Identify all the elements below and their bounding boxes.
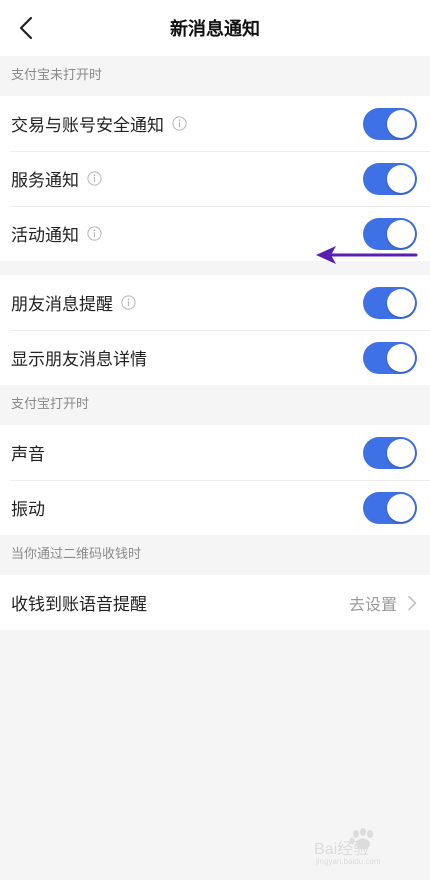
row-label: 朋友消息提醒 [11,295,113,315]
sound-toggle[interactable] [363,436,417,469]
service-notice-toggle[interactable] [363,162,417,195]
friend-detail-toggle[interactable] [363,341,417,374]
row-voice-alert[interactable]: 收钱到账语音提醒 去设置 [0,575,430,630]
group-closed: 交易与账号安全通知 服务通知 活动通知 [0,96,430,261]
baidu-paw-icon: Bai经验 jingyan.baidu.com [314,828,381,866]
svg-text:jingyan.baidu.com: jingyan.baidu.com [315,857,381,866]
chevron-right-icon [407,595,417,611]
row-label: 收钱到账语音提醒 [11,595,147,615]
row-friend-detail: 显示朋友消息详情 [0,330,430,385]
section-header-closed: 支付宝未打开时 [0,56,430,96]
security-notice-toggle[interactable] [363,107,417,140]
group-open: 声音 振动 [0,425,430,535]
row-vibration: 振动 [0,480,430,535]
info-icon[interactable] [87,226,102,241]
section-header-open: 支付宝打开时 [0,385,430,425]
row-security-notice: 交易与账号安全通知 [0,96,430,151]
baidu-watermark: Bai经验 jingyan.baidu.com [312,826,412,866]
info-icon[interactable] [87,171,102,186]
toggle-knob [387,109,415,138]
nav-bar: 新消息通知 [0,0,430,56]
row-label: 活动通知 [11,226,79,246]
chevron-left-icon [19,16,33,40]
friend-message-toggle[interactable] [363,286,417,319]
row-label: 服务通知 [11,171,79,191]
row-label: 显示朋友消息详情 [11,350,147,370]
page-title: 新消息通知 [170,19,260,40]
toggle-knob [387,288,415,317]
back-button[interactable] [10,12,42,44]
toggle-knob [387,343,415,372]
go-settings-link[interactable]: 去设置 [349,591,397,615]
row-service-notice: 服务通知 [0,151,430,206]
row-label: 振动 [11,500,45,520]
svg-text:Bai经验: Bai经验 [314,840,369,858]
row-friend-message: 朋友消息提醒 [0,275,430,330]
toggle-knob [387,438,415,467]
info-icon[interactable] [172,116,187,131]
vibration-toggle[interactable] [363,491,417,524]
row-label: 交易与账号安全通知 [11,116,164,136]
toggle-knob [387,493,415,522]
info-icon[interactable] [121,295,136,310]
group-friends: 朋友消息提醒 显示朋友消息详情 [0,275,430,385]
section-header-qr: 当你通过二维码收钱时 [0,535,430,575]
toggle-knob [387,164,415,193]
row-label: 声音 [11,445,45,465]
group-qr: 收钱到账语音提醒 去设置 [0,575,430,630]
annotation-arrow-icon [316,246,418,264]
row-sound: 声音 [0,425,430,480]
